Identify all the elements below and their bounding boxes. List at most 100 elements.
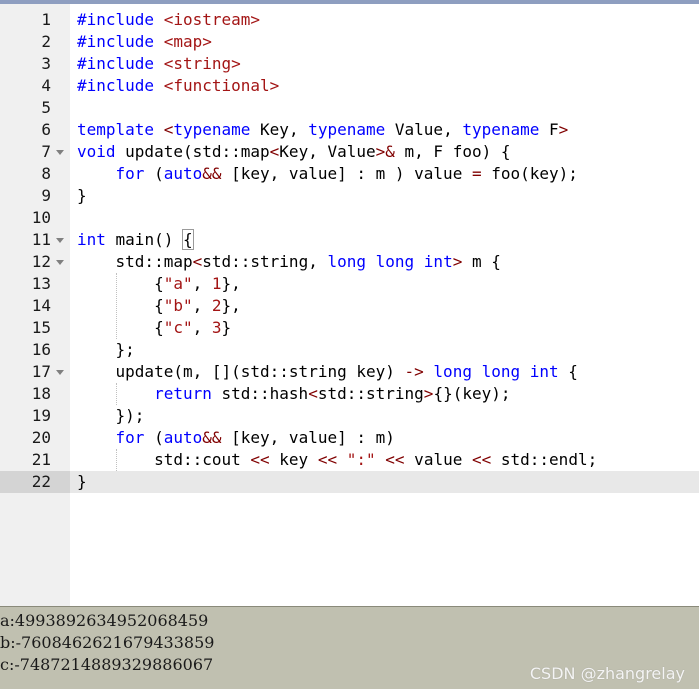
line-number: 12 bbox=[31, 252, 51, 271]
fold-toggle-icon[interactable] bbox=[56, 260, 64, 265]
code-line[interactable]: 22} bbox=[0, 471, 699, 493]
code-token: < bbox=[163, 120, 174, 139]
code-area[interactable]: 1 #include <iostream> 2 #include <map> 3 #inc… bbox=[0, 4, 699, 606]
code-token: std::cout bbox=[77, 450, 251, 469]
line-number: 3 bbox=[41, 54, 51, 73]
code-token: std::string, bbox=[202, 252, 328, 271]
code-line[interactable]: 2 #include <map> bbox=[0, 31, 699, 53]
code-line[interactable]: 4 #include <functional> bbox=[0, 75, 699, 97]
gutter-cell: 9 bbox=[0, 185, 70, 207]
code-line[interactable]: 10 bbox=[0, 207, 699, 229]
line-text: std::cout << key << ":" << value << std:… bbox=[77, 449, 597, 471]
gutter-cell: 18 bbox=[0, 383, 70, 405]
code-token: [key, value] : m ) value bbox=[221, 164, 472, 183]
line-text: #include <string> bbox=[77, 53, 241, 75]
code-line[interactable]: 20 for (auto&& [key, value] : m) bbox=[0, 427, 699, 449]
code-token: { bbox=[77, 296, 164, 315]
code-line[interactable]: 8 for (auto&& [key, value] : m ) value =… bbox=[0, 163, 699, 185]
line-text: #include <iostream> bbox=[77, 9, 260, 31]
gutter-cell: 8 bbox=[0, 163, 70, 185]
code-token: >& bbox=[375, 142, 395, 161]
line-number: 14 bbox=[31, 296, 51, 315]
code-token: "b" bbox=[163, 296, 193, 315]
code-token: , bbox=[192, 296, 212, 315]
code-line[interactable]: 16 }; bbox=[0, 339, 699, 361]
code-line[interactable]: 9} bbox=[0, 185, 699, 207]
fold-toggle-icon[interactable] bbox=[56, 370, 64, 375]
code-line[interactable]: 21 std::cout << key << ":" << value << s… bbox=[0, 449, 699, 471]
code-token: #include bbox=[77, 32, 164, 51]
code-token: { bbox=[77, 318, 164, 337]
code-line[interactable]: 14 {"b", 2}, bbox=[0, 295, 699, 317]
code-token: #include bbox=[77, 76, 164, 95]
code-token: <string> bbox=[163, 54, 241, 73]
code-token: && bbox=[202, 428, 222, 447]
line-number: 21 bbox=[31, 450, 51, 469]
code-token: Value, bbox=[385, 120, 463, 139]
code-line[interactable]: 3 #include <string> bbox=[0, 53, 699, 75]
code-line[interactable]: 13 {"a", 1}, bbox=[0, 273, 699, 295]
code-line[interactable]: 15 {"c", 3} bbox=[0, 317, 699, 339]
code-token: ":" bbox=[346, 450, 376, 469]
line-number: 15 bbox=[31, 318, 51, 337]
line-number: 6 bbox=[41, 120, 51, 139]
gutter-cell: 15 bbox=[0, 317, 70, 339]
line-text: {"b", 2}, bbox=[77, 295, 241, 317]
code-line[interactable]: 1 #include <iostream> bbox=[0, 9, 699, 31]
line-text: void update(std::map<Key, Value>& m, F f… bbox=[77, 141, 510, 163]
line-number: 17 bbox=[31, 362, 51, 381]
code-line[interactable]: 12 std::map<std::string, long long int> … bbox=[0, 251, 699, 273]
gutter-cell: 12 bbox=[0, 251, 70, 273]
code-line[interactable]: 19 }); bbox=[0, 405, 699, 427]
code-token: <map> bbox=[163, 32, 212, 51]
gutter-cell: 3 bbox=[0, 53, 70, 75]
console-output-line: b:-7608462621679433859 bbox=[0, 633, 215, 652]
fold-toggle-icon[interactable] bbox=[56, 150, 64, 155]
code-token: #include bbox=[77, 10, 164, 29]
code-token: key bbox=[269, 450, 318, 469]
indent-guide bbox=[116, 383, 117, 405]
code-line[interactable]: 18 return std::hash<std::string>{}(key); bbox=[0, 383, 699, 405]
code-token: < bbox=[308, 384, 318, 403]
line-number: 8 bbox=[41, 164, 51, 183]
code-token: int bbox=[77, 230, 106, 249]
code-token: long long int bbox=[327, 252, 453, 271]
code-token: 2 bbox=[211, 296, 222, 315]
code-token: value bbox=[404, 450, 472, 469]
line-number: 19 bbox=[31, 406, 51, 425]
code-line[interactable]: 5 bbox=[0, 97, 699, 119]
code-token: } bbox=[77, 472, 87, 491]
line-text: #include <map> bbox=[77, 31, 212, 53]
code-token: m { bbox=[462, 252, 501, 271]
line-text: int main() { bbox=[77, 229, 194, 251]
gutter-cell: 2 bbox=[0, 31, 70, 53]
line-text: return std::hash<std::string>{}(key); bbox=[77, 383, 511, 405]
fold-toggle-icon[interactable] bbox=[56, 238, 64, 243]
gutter-cell: 21 bbox=[0, 449, 70, 471]
code-token: }; bbox=[77, 340, 135, 359]
code-token: }, bbox=[221, 296, 241, 315]
code-token: Key, Value bbox=[279, 142, 376, 161]
code-token: {}(key); bbox=[433, 384, 511, 403]
gutter-cell: 16 bbox=[0, 339, 70, 361]
gutter-cell: 7 bbox=[0, 141, 70, 163]
code-line[interactable]: 11 int main() { bbox=[0, 229, 699, 251]
code-token: typename bbox=[462, 120, 540, 139]
code-token: main() bbox=[105, 230, 183, 249]
code-token: > bbox=[452, 252, 463, 271]
code-line[interactable]: 7 void update(std::map<Key, Value>& m, F … bbox=[0, 141, 699, 163]
line-number: 20 bbox=[31, 428, 51, 447]
gutter-cell: 19 bbox=[0, 405, 70, 427]
code-editor[interactable]: 1 #include <iostream> 2 #include <map> 3 #inc… bbox=[0, 4, 699, 606]
code-line[interactable]: 6 template <typename Key, typename Value,… bbox=[0, 119, 699, 141]
line-number: 22 bbox=[31, 472, 51, 491]
code-line[interactable]: 17 update(m, [](std::string key) -> long… bbox=[0, 361, 699, 383]
code-token: foo(key); bbox=[481, 164, 578, 183]
gutter-cell: 14 bbox=[0, 295, 70, 317]
code-token: < bbox=[192, 252, 203, 271]
console-output-line: c:-7487214889329886067 bbox=[0, 655, 214, 674]
code-token: { bbox=[182, 229, 194, 250]
